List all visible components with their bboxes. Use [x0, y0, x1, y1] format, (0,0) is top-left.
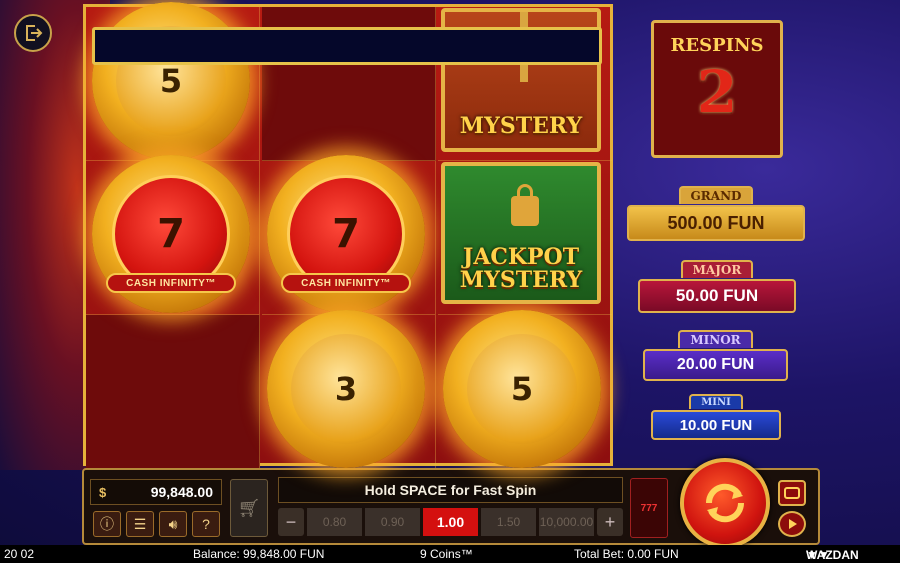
bet-decrease-button[interactable]: −	[278, 508, 304, 536]
menu-button[interactable]: ☰	[126, 511, 154, 537]
cart-icon: 🛒︎	[237, 497, 261, 518]
balance-box: $ 99,848.00	[90, 479, 222, 505]
jackpot-amount: 50.00 FUN	[638, 279, 796, 313]
jackpot-label: MAJOR	[680, 260, 754, 278]
coin-value: 7	[157, 211, 185, 257]
jackpot-mini: MINI 10.00 FUN	[651, 392, 781, 440]
coin-value: 5	[159, 62, 183, 100]
bet-option-selected[interactable]: 1.00	[423, 508, 478, 536]
coin-value: 7	[332, 211, 360, 257]
message-bar	[92, 27, 602, 65]
jackpot-amount: 20.00 FUN	[643, 349, 788, 381]
coin-bottom-center: 3	[267, 310, 425, 468]
coin-value: 3	[334, 370, 358, 408]
bet-increase-button[interactable]: +	[597, 508, 623, 536]
money-bag-icon: $	[99, 484, 107, 500]
coin-value: 5	[510, 370, 534, 408]
hold-space-hint: Hold SPACE for Fast Spin	[278, 477, 623, 503]
reel-cell	[86, 315, 260, 469]
play-button[interactable]	[778, 511, 806, 537]
coin-top-left: 5	[92, 2, 250, 160]
jackpot-amount: 500.00 FUN	[627, 205, 805, 241]
total-bet-status: Total Bet: 0.00 FUN	[574, 547, 679, 561]
spin-arrows-icon	[705, 483, 745, 523]
game-stage: 5 7 CASH INFINITY™ 7 CASH INFINITY™ 3 5 …	[0, 0, 900, 563]
game-title: 9 Coins™	[420, 547, 473, 561]
exit-icon	[26, 25, 43, 41]
gamble-card-button[interactable]: 777	[630, 478, 668, 538]
menu-icon: ☰	[133, 515, 147, 532]
balance-status: Balance: 99,848.00 FUN	[193, 547, 325, 561]
jackpot-label: MINI	[689, 394, 743, 409]
jackpot-major: MAJOR 50.00 FUN	[638, 260, 796, 313]
jackpot-mystery-tile: JACKPOT MYSTERY	[441, 162, 601, 304]
autoplay-icon	[784, 487, 800, 499]
jackpot-label: GRAND	[678, 186, 754, 204]
buy-feature-button[interactable]: 🛒︎	[230, 479, 268, 537]
speaker-icon: 🔊︎	[168, 515, 178, 532]
cash-infinity-ribbon: CASH INFINITY™	[106, 273, 236, 293]
sound-button[interactable]: 🔊︎	[159, 511, 187, 537]
cash-infinity-coin-center: 7 CASH INFINITY™	[267, 155, 425, 313]
cash-infinity-coin-left: 7 CASH INFINITY™	[92, 155, 250, 313]
padlock-icon	[511, 196, 539, 226]
jackpot-amount: 10.00 FUN	[651, 410, 781, 440]
jackpot-label: MINOR	[678, 330, 753, 348]
play-icon	[789, 519, 797, 529]
spin-button[interactable]	[680, 458, 770, 548]
cash-infinity-ribbon: CASH INFINITY™	[281, 273, 411, 293]
respins-panel: RESPINS 2	[651, 20, 783, 158]
bet-option[interactable]: 0.90	[365, 508, 420, 536]
bet-option[interactable]: 10,000.00	[539, 508, 594, 536]
question-icon: ?	[202, 516, 210, 532]
info-icon: ⓘ	[100, 516, 114, 532]
balance-value: 99,848.00	[150, 484, 213, 500]
padlock-shackle	[517, 184, 533, 200]
bet-option[interactable]: 0.80	[307, 508, 362, 536]
clock-text: 20 02	[4, 547, 35, 561]
mystery-label: MYSTERY	[459, 266, 583, 293]
exit-button[interactable]	[14, 14, 52, 52]
status-bar: 20 02 Balance: 99,848.00 FUN 9 Coins™ To…	[0, 545, 900, 563]
respins-label: RESPINS	[670, 35, 764, 56]
bet-option[interactable]: 1.50	[481, 508, 536, 536]
jackpot-grand: GRAND 500.00 FUN	[627, 186, 805, 241]
bet-selector: − 0.80 0.90 1.00 1.50 10,000.00 +	[278, 507, 623, 537]
mystery-label: MYSTERY	[459, 112, 583, 139]
brand-text: WAZDAN	[806, 548, 859, 562]
respins-count: 2	[696, 58, 738, 126]
card-label: 777	[640, 502, 658, 514]
info-button[interactable]: ⓘ	[93, 511, 121, 537]
help-button[interactable]: ?	[192, 511, 220, 537]
coin-bottom-right: 5	[443, 310, 601, 468]
autoplay-button[interactable]	[778, 480, 806, 506]
jackpot-label: JACKPOT	[462, 243, 580, 270]
jackpot-minor: MINOR 20.00 FUN	[643, 330, 788, 381]
